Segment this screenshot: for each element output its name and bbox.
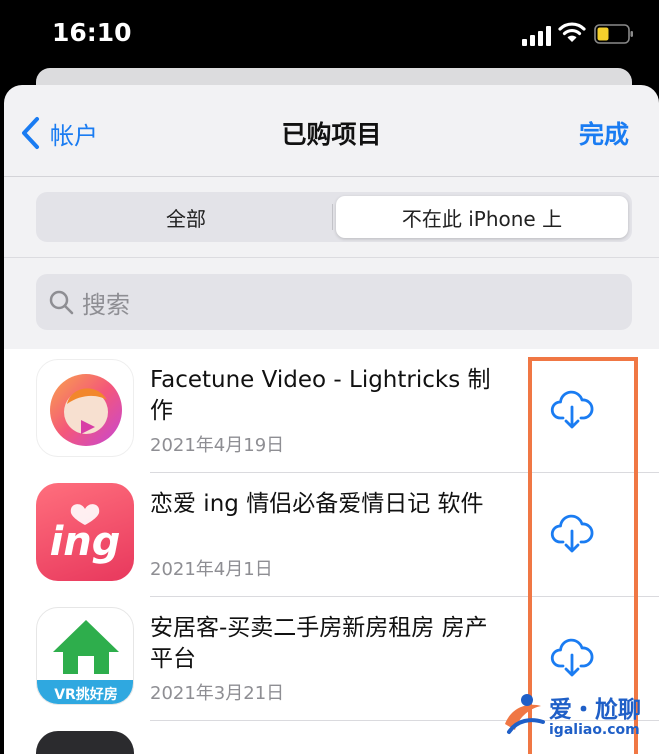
segment-all[interactable]: 全部 — [40, 196, 332, 238]
cellular-signal-icon — [522, 24, 552, 46]
cloud-download-icon[interactable] — [550, 511, 594, 555]
search-input[interactable]: 搜索 — [36, 274, 632, 330]
back-button-label: 帐户 — [50, 121, 98, 150]
watermark: 爱・尬聊 igaliao.com — [497, 688, 657, 752]
wifi-icon — [558, 22, 586, 42]
segment-not-on-device[interactable]: 不在此 iPhone 上 — [336, 196, 628, 238]
back-button[interactable]: 帐户 — [20, 115, 98, 151]
watermark-title: 爱・尬聊 — [549, 697, 641, 723]
app-icon — [36, 731, 134, 754]
status-bar: 16:10 — [0, 0, 659, 70]
search-icon — [49, 290, 74, 315]
search-area: 搜索 — [4, 257, 659, 345]
app-row[interactable]: ing 恋爱 ing 情侣必备爱情日记 软件 2021年4月1日 — [4, 473, 659, 597]
chevron-left-icon — [22, 117, 39, 149]
search-placeholder: 搜索 — [82, 290, 130, 319]
anjuke-icon-text: VR挑好房 — [54, 686, 118, 703]
navigation-bar: 帐户 已购项目 完成 — [4, 85, 659, 177]
facetune-app-icon — [36, 359, 134, 457]
purchased-sheet: 帐户 已购项目 完成 全部 不在此 iPhone 上 搜索 Facetune V… — [4, 85, 659, 754]
app-row[interactable]: Facetune Video - Lightricks 制作 2021年4月19… — [4, 349, 659, 473]
purchase-date: 2021年4月19日 — [150, 435, 285, 456]
lianai-ing-app-icon: ing — [36, 483, 134, 581]
lianai-ing-icon-text: ing — [50, 519, 121, 565]
app-name: 安居客-买卖二手房新房租房 房产平台 — [150, 615, 488, 672]
app-name: 恋爱 ing 情侣必备爱情日记 软件 — [150, 491, 484, 517]
purchase-date: 2021年4月1日 — [150, 559, 273, 580]
watermark-url: igaliao.com — [549, 722, 640, 738]
app-name: Facetune Video - Lightricks 制作 — [150, 367, 491, 424]
anjuke-app-icon: VR挑好房 — [36, 607, 134, 705]
segment-divider — [332, 204, 333, 230]
battery-icon — [594, 24, 633, 44]
status-time: 16:10 — [52, 18, 132, 47]
segmented-control: 全部 不在此 iPhone 上 — [36, 192, 632, 242]
cloud-download-icon[interactable] — [550, 387, 594, 431]
page-title: 已购项目 — [281, 120, 382, 149]
watermark-logo-icon — [505, 694, 545, 734]
done-button[interactable]: 完成 — [579, 115, 629, 151]
purchase-date: 2021年3月21日 — [150, 683, 285, 704]
cloud-download-icon[interactable] — [550, 635, 594, 679]
